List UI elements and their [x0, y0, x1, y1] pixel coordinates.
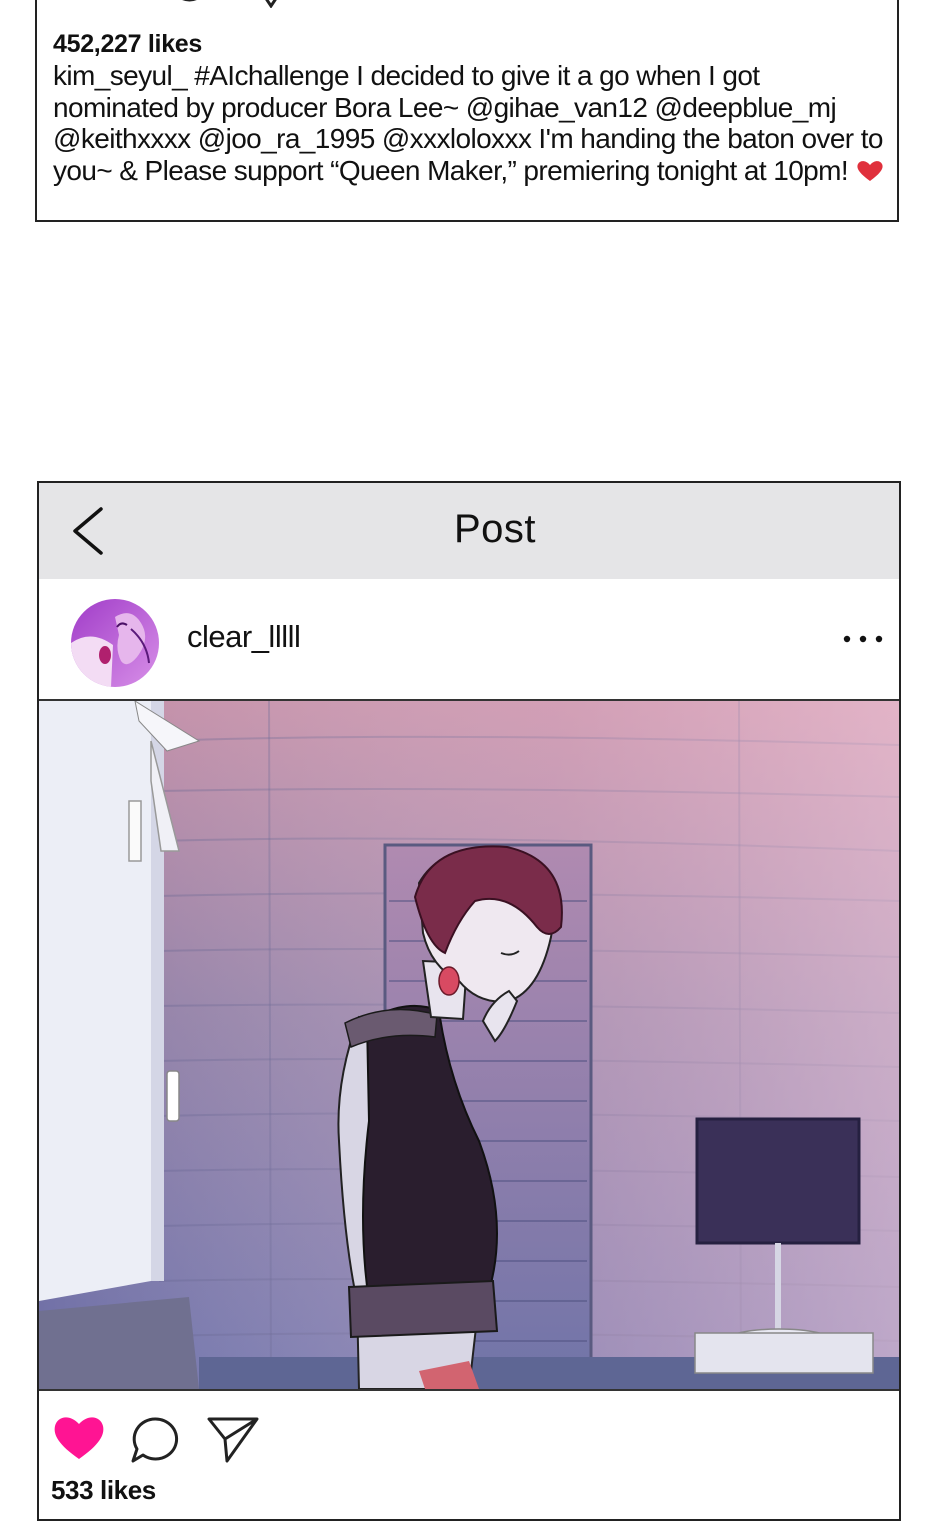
ellipsis-icon[interactable]: [841, 629, 885, 649]
page-title: Post: [453, 507, 537, 551]
previous-post-likes: 452,227 likes: [53, 30, 203, 58]
paper-plane-icon[interactable]: [253, 0, 293, 8]
previous-post-actions: [67, 0, 307, 8]
comment-bubble-icon[interactable]: [165, 0, 215, 8]
post-header: clear_lllll: [39, 579, 899, 701]
post-likes-count: 533 likes: [51, 1475, 156, 1505]
heart-filled-icon[interactable]: [51, 1413, 107, 1463]
post-photo[interactable]: [39, 701, 899, 1389]
paper-plane-icon[interactable]: [205, 1413, 261, 1465]
post-screen: Post clear_lllll 533 likes: [37, 481, 901, 1521]
caption-username[interactable]: kim_seyul_: [53, 60, 188, 91]
red-heart-icon: [857, 160, 883, 181]
previous-post-card: 452,227 likes kim_seyul_ #AIchallenge I …: [35, 0, 899, 222]
nav-bar: Post: [39, 483, 899, 579]
previous-post-caption: kim_seyul_ #AIchallenge I decided to giv…: [53, 60, 889, 186]
post-username[interactable]: clear_lllll: [187, 619, 301, 655]
heart-filled-icon[interactable]: [67, 0, 107, 8]
avatar[interactable]: [71, 599, 159, 687]
comment-bubble-icon[interactable]: [129, 1415, 181, 1465]
post-actions-bar: 533 likes: [39, 1389, 899, 1519]
